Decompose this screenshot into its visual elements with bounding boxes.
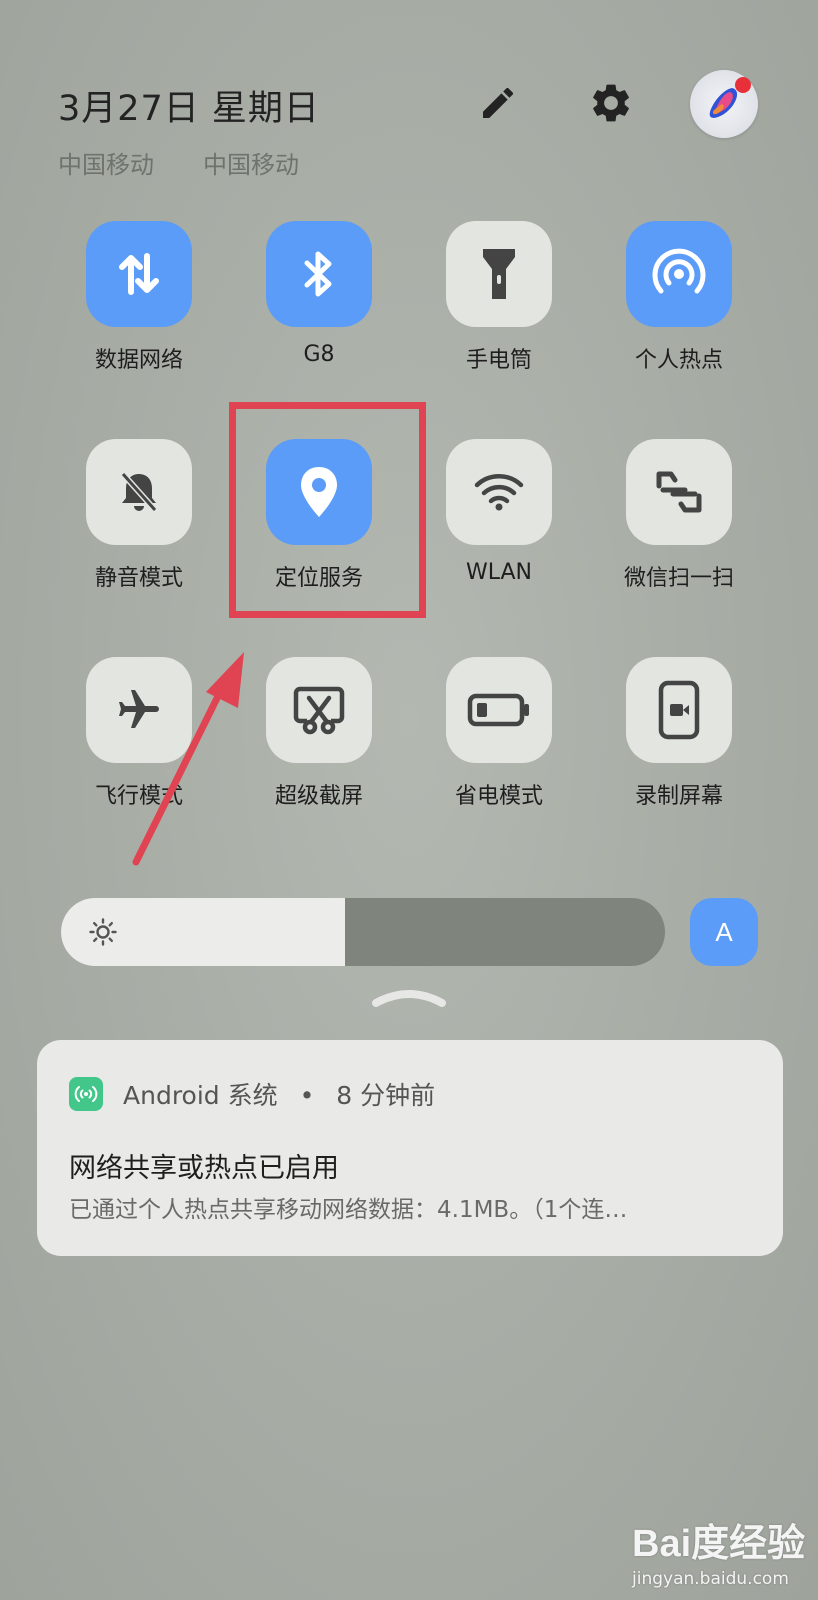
- account-avatar-icon[interactable]: [690, 70, 758, 138]
- notification-body: 已通过个人热点共享移动网络数据：4.1MB。（1个连…: [69, 1197, 628, 1223]
- tile-hotspot[interactable]: [626, 221, 732, 327]
- notification-card[interactable]: Android 系统 • 8 分钟前 网络共享或热点已启用 已通过个人热点共享移…: [37, 1040, 783, 1256]
- notification-time: 8 分钟前: [336, 1081, 436, 1110]
- annotation-arrow: [132, 652, 244, 866]
- tile-hotspot-label: 个人热点: [634, 348, 723, 373]
- collapse-chevron-icon[interactable]: [370, 983, 448, 1011]
- sun-icon: [89, 918, 117, 946]
- battery-icon: [467, 693, 529, 727]
- hotspot-notification-icon: [69, 1077, 103, 1111]
- tile-wechat-scan-label: 微信扫一扫: [623, 566, 734, 591]
- auto-brightness-button[interactable]: A: [690, 898, 758, 966]
- data-arrows-icon: [119, 253, 159, 295]
- tile-power-saving-label: 省电模式: [454, 784, 543, 809]
- notification-source: Android 系统 • 8 分钟前: [123, 1076, 435, 1112]
- scan-icon: [656, 471, 702, 513]
- flashlight-icon: [483, 249, 515, 299]
- notification-separator: •: [299, 1081, 315, 1110]
- tile-flashlight[interactable]: [446, 221, 552, 327]
- wifi-icon: [474, 474, 524, 511]
- bluetooth-icon: [304, 251, 332, 297]
- tile-mobile-data[interactable]: [86, 221, 192, 327]
- tile-power-saving[interactable]: [446, 657, 552, 763]
- tile-screen-record-label: 录制屏幕: [634, 784, 723, 809]
- annotation-highlight-box: [229, 402, 426, 618]
- tile-super-screenshot[interactable]: [266, 657, 372, 763]
- bell-off-icon: [120, 472, 158, 512]
- tile-silent-mode[interactable]: [86, 439, 192, 545]
- carrier-2-label: 中国移动: [203, 151, 299, 179]
- tile-wlan[interactable]: [446, 439, 552, 545]
- hotspot-icon: [652, 248, 706, 294]
- carrier-1-label: 中国移动: [58, 151, 154, 179]
- watermark-logo: Bai度经验: [632, 1523, 806, 1565]
- avatar-badge: [735, 77, 751, 93]
- notification-app-name: Android 系统: [123, 1081, 278, 1110]
- tile-wechat-scan[interactable]: [626, 439, 732, 545]
- date-label: 3月27日 星期日: [58, 89, 320, 129]
- tile-bluetooth-label: G8: [303, 342, 335, 367]
- screenshot-scissors-icon: [293, 686, 345, 735]
- watermark-url: jingyan.baidu.com: [632, 1569, 789, 1589]
- edit-pencil-icon[interactable]: [475, 80, 521, 126]
- brightness-slider[interactable]: [61, 898, 665, 966]
- settings-gear-icon[interactable]: [588, 80, 634, 126]
- tile-mobile-data-label: 数据网络: [94, 348, 183, 373]
- screen-record-icon: [658, 680, 700, 740]
- tile-silent-mode-label: 静音模式: [94, 566, 183, 591]
- baidu-jingyan-watermark: Bai度经验 jingyan.baidu.com: [632, 1512, 805, 1589]
- notification-title: 网络共享或热点已启用: [69, 1153, 339, 1184]
- tile-flashlight-label: 手电筒: [465, 348, 532, 373]
- tile-wlan-label: WLAN: [465, 560, 533, 585]
- tile-screen-record[interactable]: [626, 657, 732, 763]
- tile-bluetooth[interactable]: [266, 221, 372, 327]
